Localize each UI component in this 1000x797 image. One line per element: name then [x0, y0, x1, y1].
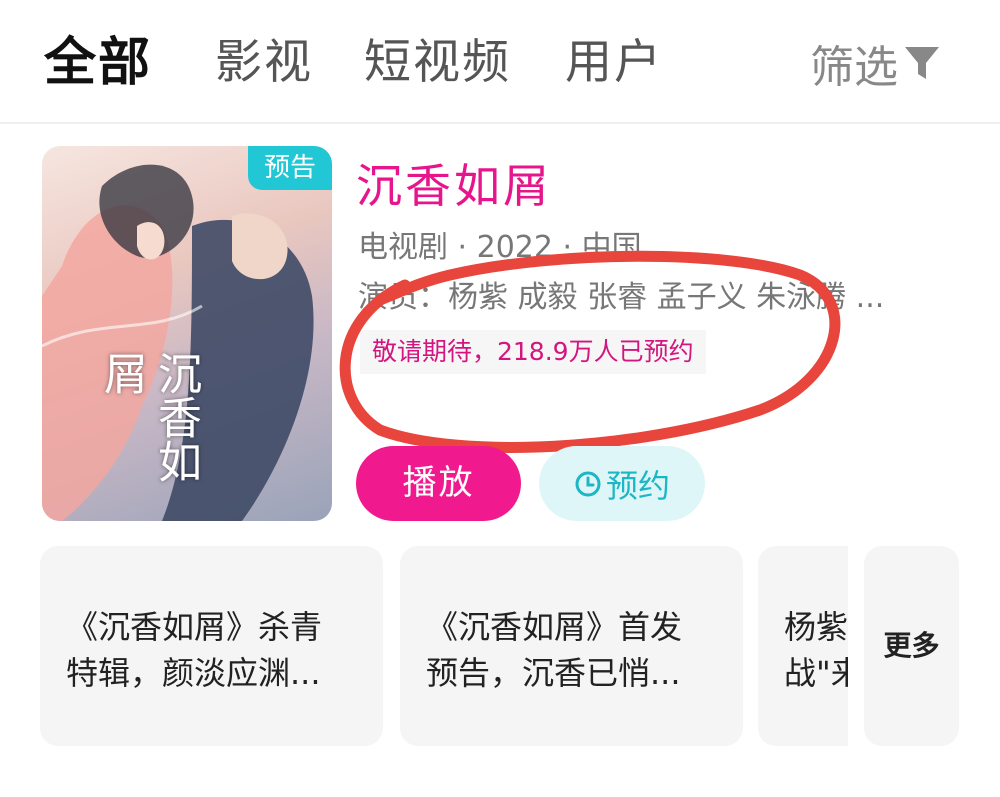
poster-title-calligraphy: 沉香如屑: [96, 351, 201, 483]
tab-users[interactable]: 用户: [565, 28, 663, 98]
tab-all[interactable]: 全部: [44, 28, 152, 98]
filter-label: 筛选: [810, 42, 898, 93]
reserve-label: 预约: [605, 466, 670, 505]
more-button[interactable]: 更多: [864, 546, 959, 746]
booking-status: 敬请期待，218.9万人已预约: [360, 330, 706, 374]
filter-button[interactable]: 筛选: [810, 30, 942, 96]
tab-short-video[interactable]: 短视频: [364, 28, 511, 98]
trailer-badge: 预告: [248, 146, 332, 190]
show-title[interactable]: 沉香如屑: [356, 150, 552, 216]
tab-film-tv[interactable]: 影视: [215, 28, 313, 98]
clock-icon: [575, 471, 601, 496]
related-card-line: 特辑，颜淡应渊...: [66, 654, 321, 692]
related-card-line: 《沉香如屑》杀青: [66, 608, 323, 646]
related-card[interactable]: 杨紫 战"来: [758, 546, 848, 746]
reserve-button[interactable]: 预约: [539, 446, 705, 521]
play-button[interactable]: 播放: [356, 446, 521, 521]
show-cast: 演员：杨紫 成毅 张睿 孟子义 朱泳腾 ...: [358, 280, 885, 315]
related-card[interactable]: 《沉香如屑》杀青 特辑，颜淡应渊...: [40, 546, 383, 746]
funnel-icon: [905, 47, 939, 79]
show-meta: 电视剧 · 2022 · 中国: [358, 230, 642, 265]
related-card-line: 《沉香如屑》首发: [426, 608, 683, 646]
top-tab-bar: 全部 影视 短视频 用户 筛选: [0, 0, 1000, 124]
related-card-line: 战"来: [784, 654, 848, 692]
related-card-line: 预告，沉香已悄...: [426, 654, 681, 692]
poster-image[interactable]: 沉香如屑 预告: [42, 146, 332, 521]
related-card-line: 杨紫: [784, 608, 848, 646]
related-cards-row: 《沉香如屑》杀青 特辑，颜淡应渊... 《沉香如屑》首发 预告，沉香已悄... …: [40, 546, 848, 746]
related-card[interactable]: 《沉香如屑》首发 预告，沉香已悄...: [400, 546, 743, 746]
